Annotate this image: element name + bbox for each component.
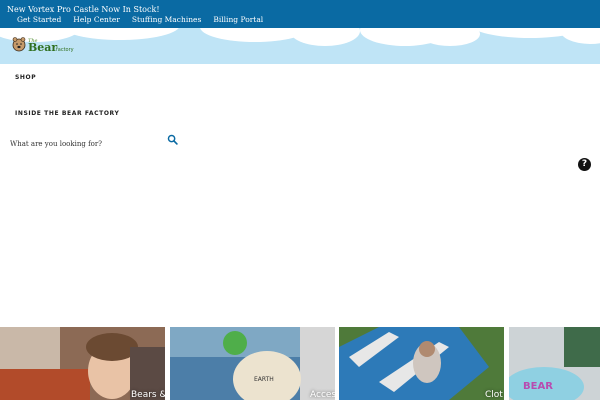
- search-bar: [10, 131, 182, 153]
- nav-inside-the-bear-factory[interactable]: INSIDE THE BEAR FACTORY: [15, 110, 119, 117]
- stuffing-machines-link[interactable]: Stuffing Machines: [132, 15, 201, 24]
- help-center-link[interactable]: Help Center: [73, 15, 120, 24]
- logo-text-factory: factory: [56, 47, 74, 53]
- category-tiles: Bears & EARTH Acces Clot BEAR: [0, 327, 600, 400]
- category-label: Clot: [485, 390, 503, 400]
- category-label: Bears &: [131, 390, 165, 400]
- cloud-banner: [0, 28, 600, 64]
- get-started-link[interactable]: Get Started: [17, 15, 61, 24]
- top-links: Get Started Help Center Stuffing Machine…: [17, 15, 263, 24]
- search-input[interactable]: [10, 135, 182, 153]
- nav-shop[interactable]: SHOP: [15, 74, 36, 81]
- category-tile-bears[interactable]: Bears &: [0, 327, 165, 400]
- search-icon[interactable]: [167, 134, 178, 145]
- category-tile-fourth[interactable]: BEAR: [509, 327, 600, 400]
- announcement-link[interactable]: New Vortex Pro Castle Now In Stock!: [7, 5, 160, 14]
- cloud-shape: [60, 28, 180, 40]
- help-icon[interactable]: ?: [578, 158, 591, 171]
- category-tile-clothing[interactable]: Clot: [339, 327, 504, 400]
- bag-print: EARTH: [254, 376, 274, 383]
- logo-graphic: The Bear factory: [12, 37, 74, 54]
- blanket-photo: [339, 327, 504, 400]
- category-tile-accessories[interactable]: EARTH Acces: [170, 327, 335, 400]
- category-label: Acces: [310, 390, 335, 400]
- billing-portal-link[interactable]: Billing Portal: [213, 15, 263, 24]
- cloud-shape: [290, 28, 360, 46]
- logo-text-bear: Bear: [28, 41, 57, 54]
- cloud-shape: [560, 28, 600, 44]
- bear-factory-logo[interactable]: The Bear factory: [12, 34, 78, 56]
- top-announcement-bar: New Vortex Pro Castle Now In Stock! Get …: [0, 0, 600, 28]
- bag-print: BEAR: [523, 381, 553, 392]
- bear-bag-photo: BEAR: [509, 327, 600, 400]
